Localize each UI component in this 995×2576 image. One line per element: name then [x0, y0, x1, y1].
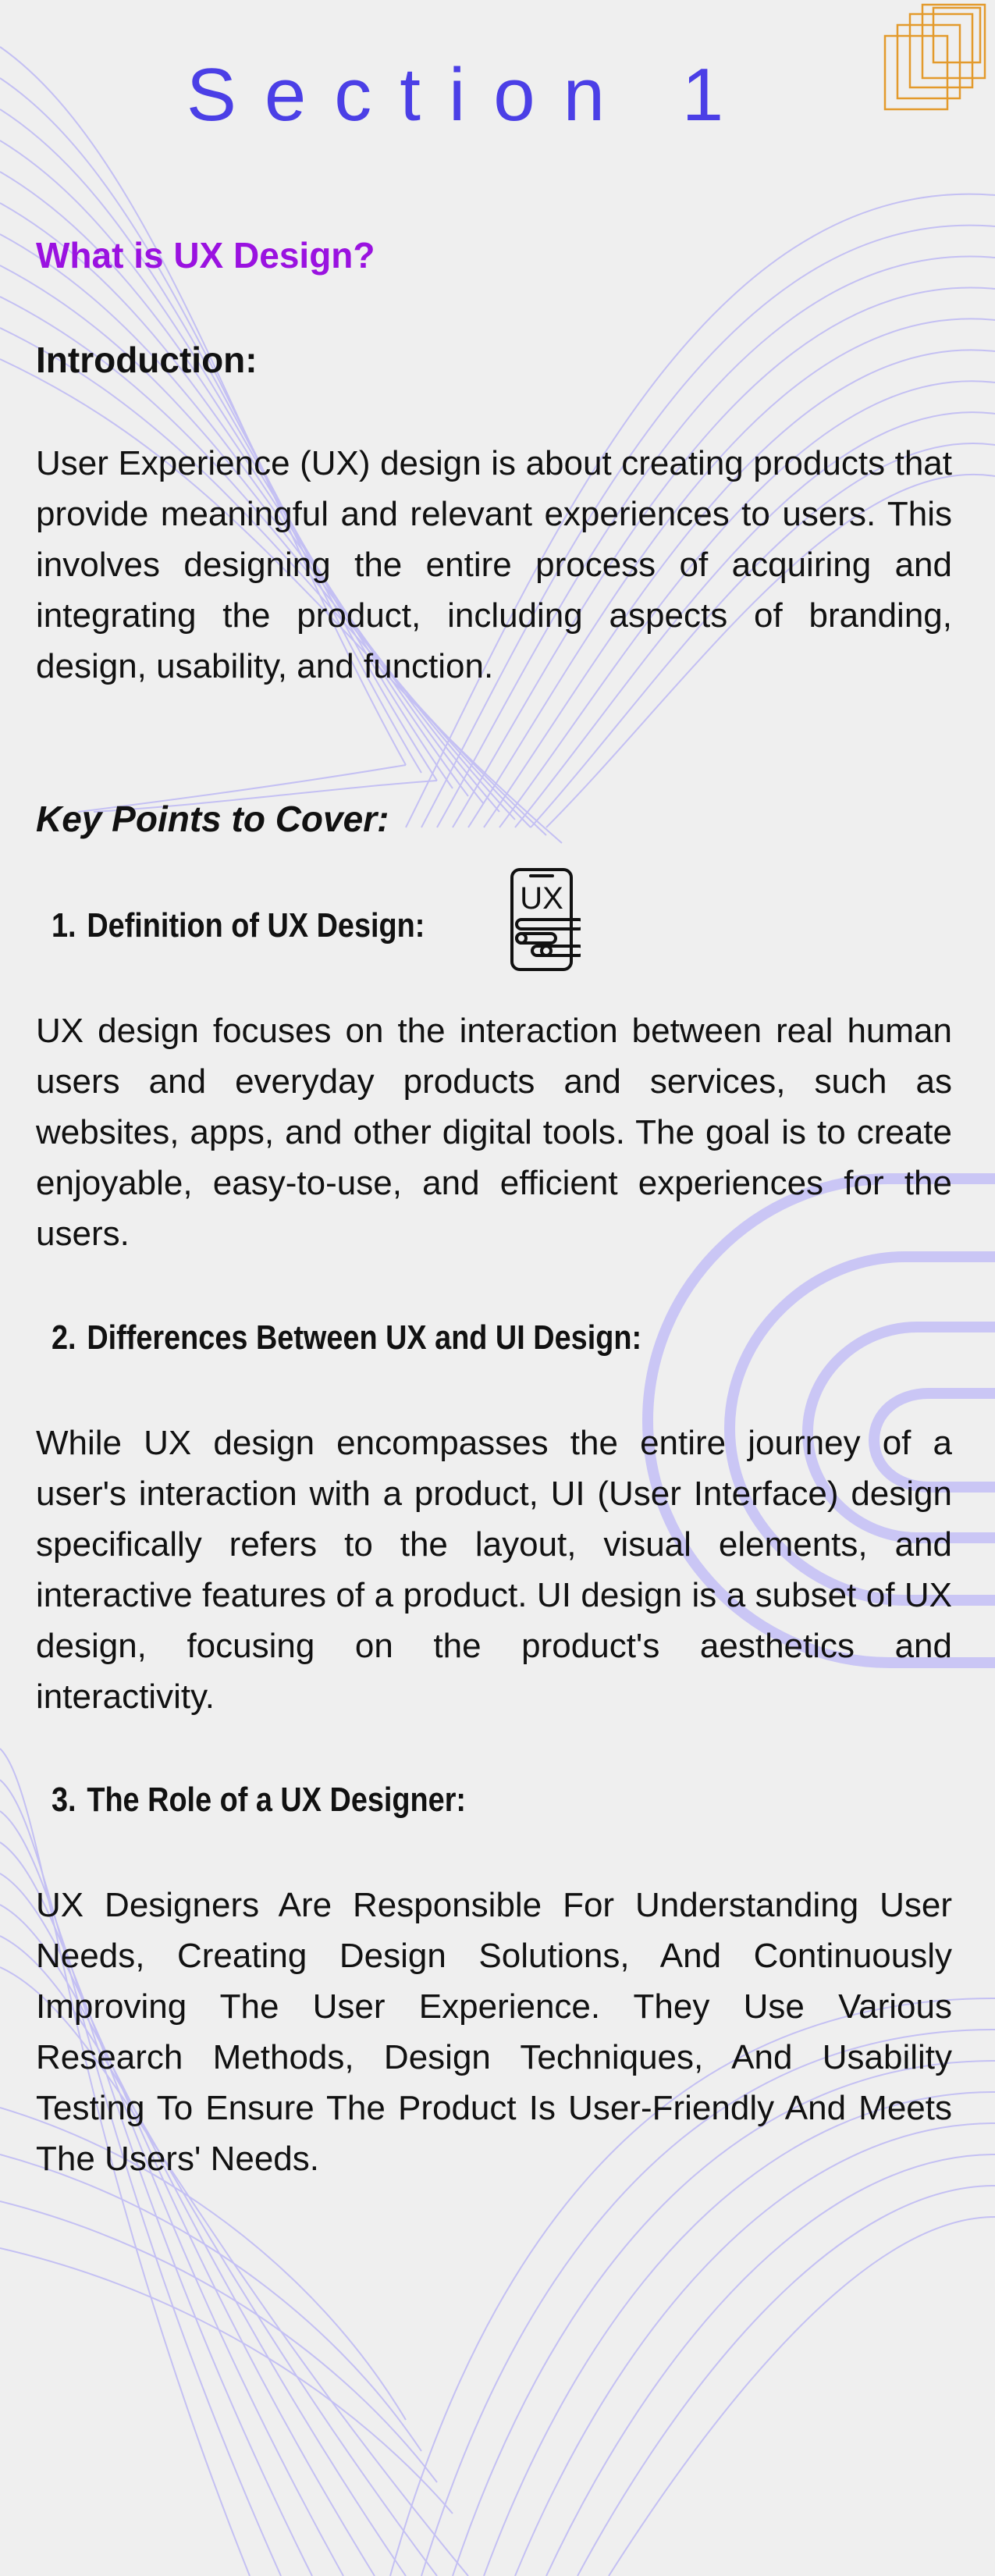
role-text: UX Designers Are Responsible For Underst…	[36, 1886, 952, 2178]
list-item-number: 1.	[52, 906, 76, 945]
corner-squares-decoration	[883, 3, 986, 111]
list-item-role: 3. The Role of a UX Designer:	[52, 1777, 466, 1823]
background-decoration	[0, 46, 995, 2576]
page: Section 1 What is UX Design? Introductio…	[0, 0, 995, 2576]
list-item-number: 3.	[52, 1781, 76, 1819]
list-item-title: Definition of UX Design:	[87, 906, 425, 945]
list-item-number: 2.	[52, 1318, 76, 1357]
section-title: Section 1	[186, 53, 752, 137]
ux-phone-icon: UX	[510, 868, 581, 971]
introduction-text: User Experience (UX) design is about cre…	[36, 444, 952, 685]
ux-icon-label: UX	[520, 881, 563, 916]
list-item-title: The Role of a UX Designer:	[87, 1781, 467, 1819]
introduction-heading: Introduction:	[36, 340, 258, 380]
definition-text: UX design focuses on the interaction bet…	[36, 1012, 952, 1253]
list-item-definition: 1. Definition of UX Design:	[52, 902, 425, 949]
key-points-heading: Key Points to Cover:	[36, 799, 389, 839]
list-item-differences: 2. Differences Between UX and UI Design:	[52, 1315, 641, 1361]
page-heading: What is UX Design?	[36, 235, 375, 276]
list-item-title: Differences Between UX and UI Design:	[87, 1318, 642, 1357]
differences-text: While UX design encompasses the entire j…	[36, 1424, 952, 1716]
